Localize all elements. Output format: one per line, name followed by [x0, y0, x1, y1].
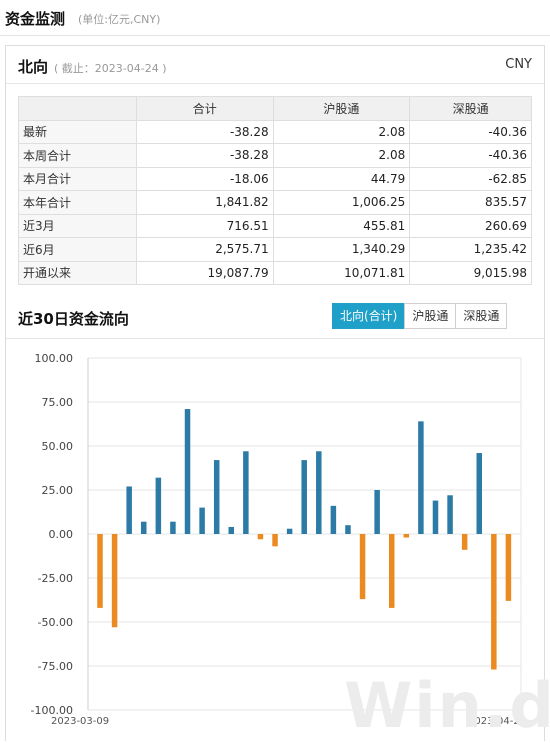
bar [330, 505, 337, 534]
shanghai-cell: 10,071.81 [272, 260, 411, 285]
table-row: 本周合计 -38.28 2.08 -40.36 [18, 143, 532, 168]
row-label: 近3月 [18, 213, 137, 238]
row-label: 本年合计 [18, 190, 137, 215]
watermark: Win.d [344, 669, 550, 742]
y-tick-label: -75.00 [38, 660, 73, 673]
shanghai-cell: 2.08 [272, 143, 411, 168]
as-of-date: ( 截止：2023-04-24 ) [54, 62, 167, 75]
northbound-title: 北向 [18, 58, 49, 76]
shanghai-cell: 455.81 [272, 213, 411, 238]
shenzhen-cell: 835.57 [409, 190, 532, 215]
y-tick-label: 25.00 [42, 484, 74, 497]
total-cell: -38.28 [136, 119, 274, 144]
bar [272, 534, 278, 547]
y-tick-label: 50.00 [42, 440, 74, 453]
bar [213, 460, 220, 534]
table-row: 最新 -38.28 2.08 -40.36 [18, 119, 532, 144]
shanghai-cell: 1,006.25 [272, 190, 411, 215]
bar [432, 500, 439, 534]
y-tick-label: 100.00 [35, 352, 74, 365]
shanghai-cell: 1,340.29 [272, 237, 411, 262]
shenzhen-cell: 1,235.42 [409, 237, 532, 262]
total-cell: -38.28 [136, 143, 274, 168]
bar [111, 534, 118, 628]
page-header: 资金监测 (单位:亿元,CNY) [0, 0, 550, 36]
tab-shenzhen-connect[interactable]: 深股通 [455, 303, 508, 329]
column-header: 沪股通 [272, 96, 411, 121]
bar [126, 486, 132, 534]
bar [170, 521, 176, 534]
bar [359, 534, 366, 600]
column-header: 深股通 [409, 96, 532, 121]
flow-chart: 100.00 75.00 50.00 25.00 0.00 -25.00 -50.00 -75… [6, 338, 550, 742]
bar [447, 495, 453, 534]
row-label: 本周合计 [18, 143, 137, 168]
bar [301, 460, 307, 534]
bar [403, 534, 410, 538]
bar [476, 453, 482, 534]
column-header [18, 96, 137, 121]
y-tick-label: -25.00 [38, 572, 73, 585]
currency-label: CNY [505, 57, 532, 72]
bar [286, 528, 293, 534]
table-row: 开通以来 19,087.79 10,071.81 9,015.98 [18, 260, 532, 285]
bar [228, 526, 235, 534]
bar [505, 534, 512, 601]
total-cell: 2,575.71 [136, 237, 274, 262]
bar [388, 534, 395, 608]
shenzhen-cell: -40.36 [409, 143, 532, 168]
unit-note: (单位:亿元,CNY) [78, 13, 161, 26]
bar [316, 451, 322, 534]
bar [374, 490, 380, 534]
y-tick-label: 0.00 [49, 528, 74, 541]
tab-shanghai-connect[interactable]: 沪股通 [404, 303, 457, 329]
bar [141, 521, 147, 534]
summary-table: 合计 沪股通 深股通 最新 -38.28 2.08 -40.36 本周合计 -38.28 2… [18, 96, 532, 285]
bar [199, 507, 205, 534]
table-header-row: 合计 沪股通 深股通 [18, 96, 532, 121]
table-row: 本年合计 1,841.82 1,006.25 835.57 [18, 190, 532, 215]
shenzhen-cell: 260.69 [409, 213, 532, 238]
bar [418, 421, 424, 534]
bar [243, 451, 249, 534]
bar [461, 534, 468, 550]
row-label: 开通以来 [18, 260, 137, 285]
total-cell: -18.06 [136, 166, 274, 191]
shenzhen-cell: -40.36 [409, 119, 532, 144]
bar [97, 534, 103, 608]
tab-northbound-total[interactable]: 北向(合计) [332, 303, 406, 329]
row-label: 最新 [18, 119, 137, 144]
northbound-header: 北向 ( 截止：2023-04-24 ) CNY [6, 46, 544, 84]
total-cell: 19,087.79 [136, 260, 274, 285]
northbound-panel: 北向 ( 截止：2023-04-24 ) CNY 合计 沪股通 深股通 最新 -3… [5, 45, 550, 742]
column-header: 合计 [136, 96, 274, 121]
shanghai-cell: 2.08 [272, 119, 411, 144]
shenzhen-cell: -62.85 [409, 166, 532, 191]
table-row: 近3月 716.51 455.81 260.69 [18, 213, 532, 238]
row-label: 近6月 [18, 237, 137, 262]
bar [184, 409, 191, 534]
bar [345, 525, 351, 534]
row-label: 本月合计 [18, 166, 137, 191]
bar [491, 534, 497, 670]
table-row: 近6月 2,575.71 1,340.29 1,235.42 [18, 237, 532, 262]
shanghai-cell: 44.79 [272, 166, 411, 191]
y-tick-label: -50.00 [38, 616, 73, 629]
y-tick-label: 75.00 [42, 396, 74, 409]
bar [257, 534, 264, 540]
flow-tabs: 北向(合计) 沪股通 深股通 [332, 303, 508, 329]
bar [155, 477, 162, 534]
total-cell: 1,841.82 [136, 190, 274, 215]
x-tick-label: 2023-03-09 [51, 716, 109, 727]
flow-chart-title: 近30日资金流向 [18, 310, 129, 328]
page-title: 资金监测 [5, 10, 66, 28]
total-cell: 716.51 [136, 213, 274, 238]
table-row: 本月合计 -18.06 44.79 -62.85 [18, 166, 532, 191]
shenzhen-cell: 9,015.98 [409, 260, 532, 285]
